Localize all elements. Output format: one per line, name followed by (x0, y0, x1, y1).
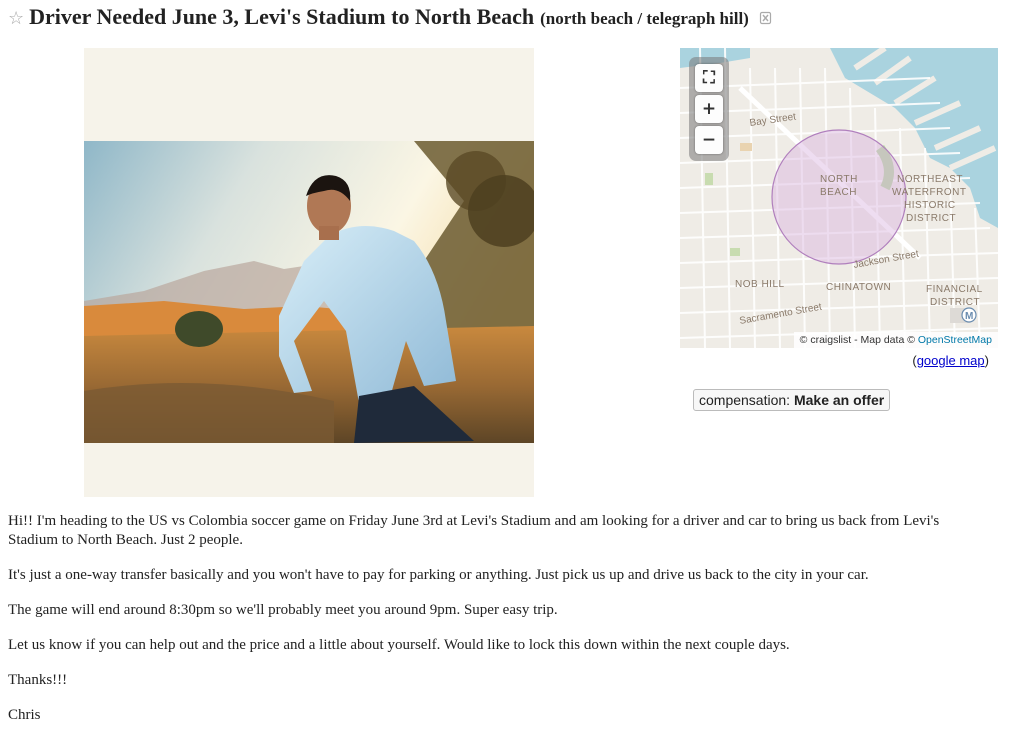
body-paragraph: Thanks!!! (8, 672, 68, 688)
map-attribution-text: © craigslist - Map data © (799, 334, 915, 346)
map-label-financial-1: FINANCIAL (926, 284, 983, 295)
hide-trash-icon[interactable] (759, 11, 772, 25)
zoom-out-button[interactable]: − (695, 126, 723, 154)
compensation-label: compensation: (699, 392, 794, 408)
posting-neighborhood: (north beach / telegraph hill) (540, 9, 749, 28)
map-attribution: © craigslist - Map data © OpenStreetMap (793, 332, 998, 348)
body-paragraph: Chris (8, 707, 41, 723)
body-paragraph: Hi!! I'm heading to the US vs Colombia s… (8, 513, 940, 548)
fullscreen-icon[interactable]: ⛶ (695, 64, 723, 92)
map-label-nob-hill: NOB HILL (735, 279, 785, 290)
google-map-close-paren: ) (984, 353, 989, 368)
body-paragraph: The game will end around 8:30pm so we'll… (8, 602, 558, 618)
posting-image-frame[interactable] (84, 48, 534, 497)
posting-title-row: ☆ Driver Needed June 3, Levi's Stadium t… (8, 4, 772, 34)
posting-body: Hi!! I'm heading to the US vs Colombia s… (8, 512, 988, 741)
map-label-financial-2: DISTRICT (930, 297, 980, 308)
compensation-value: Make an offer (793, 392, 885, 408)
map-label-waterfront-1: NORTHEAST (897, 174, 963, 185)
favorite-star-icon[interactable]: ☆ (8, 8, 24, 29)
zoom-in-button[interactable]: + (695, 95, 723, 123)
map-label-waterfront-4: DISTRICT (906, 213, 956, 224)
google-map-link[interactable]: google map (917, 353, 985, 368)
map-label-north-beach-2: BEACH (820, 187, 857, 198)
map-view[interactable]: Bay Street NORTH BEACH NORTHEAST WATERFR… (680, 48, 998, 348)
openstreetmap-link[interactable]: OpenStreetMap (918, 334, 992, 346)
map-label-north-beach-1: NORTH (820, 174, 858, 185)
muni-station-label: M (965, 311, 973, 322)
map-controls: ⛶ + − (689, 57, 729, 161)
google-map-wrapper: (google map) (912, 353, 989, 368)
compensation-attribute: compensation: Make an offer (693, 389, 891, 411)
posting-photo[interactable] (84, 141, 534, 443)
body-paragraph: Let us know if you can help out and the … (8, 637, 790, 653)
posting-title: Driver Needed June 3, Levi's Stadium to … (29, 4, 535, 29)
body-paragraph: It's just a one-way transfer basically a… (8, 567, 869, 583)
map-label-waterfront-2: WATERFRONT (892, 187, 966, 198)
map-label-waterfront-3: HISTORIC (904, 200, 956, 211)
map-label-chinatown: CHINATOWN (826, 282, 891, 293)
